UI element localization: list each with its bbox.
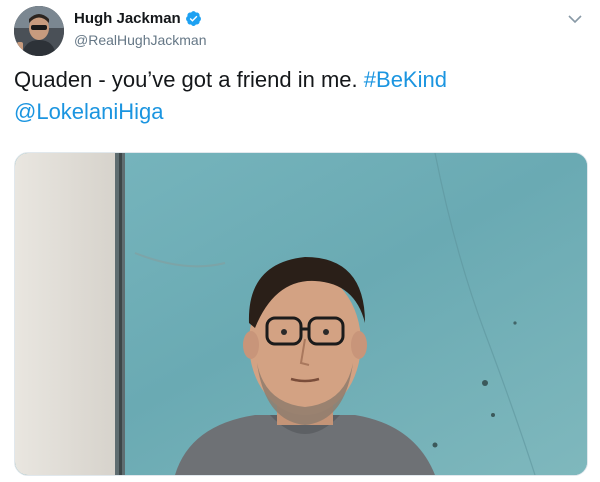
chevron-down-icon xyxy=(568,14,582,23)
mention-link[interactable]: @LokelaniHiga xyxy=(14,99,164,124)
verified-badge-icon xyxy=(185,10,202,27)
video-still-photo-icon xyxy=(15,153,587,475)
tweet-text: Quaden - you’ve got a friend in me. #BeK… xyxy=(14,64,584,128)
avatar[interactable] xyxy=(14,6,64,56)
display-name[interactable]: Hugh Jackman xyxy=(74,10,181,27)
hashtag-link[interactable]: #BeKind xyxy=(364,67,447,92)
tweet-media[interactable] xyxy=(14,152,588,476)
user-handle[interactable]: @RealHughJackman xyxy=(74,32,207,48)
tweet-card: Hugh Jackman @RealHughJackman Quaden - y… xyxy=(0,0,600,482)
avatar-photo-icon xyxy=(14,6,64,56)
tweet-body: Quaden - you’ve got a friend in me. xyxy=(14,67,358,92)
tweet-menu-button[interactable] xyxy=(566,10,584,28)
user-name-row[interactable]: Hugh Jackman xyxy=(74,10,202,27)
